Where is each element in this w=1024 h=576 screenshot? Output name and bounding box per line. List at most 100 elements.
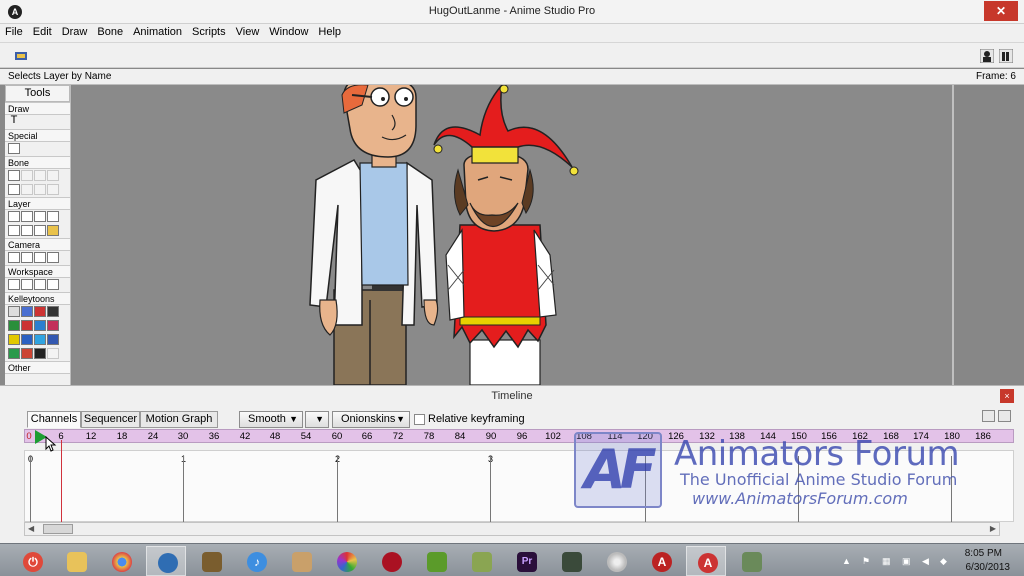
- tray-display-icon[interactable]: ▣: [902, 556, 912, 566]
- media-icon[interactable]: [731, 546, 771, 576]
- kt-tool-2-icon[interactable]: [21, 305, 33, 317]
- tool-section-layer: Layer: [5, 197, 70, 210]
- game-icon[interactable]: [461, 546, 501, 576]
- tray-volume-icon[interactable]: ◀: [922, 556, 932, 566]
- tray-flag-icon[interactable]: ⚑: [862, 556, 872, 566]
- canvas-gutter: [954, 85, 1024, 385]
- menu-file[interactable]: File: [0, 24, 28, 42]
- premiere-icon[interactable]: Pr: [506, 546, 546, 576]
- text-tool-icon[interactable]: T: [8, 114, 20, 127]
- kt-tool-12-icon[interactable]: [47, 333, 59, 345]
- anime-studio-pro-icon[interactable]: A: [686, 546, 726, 576]
- bone-physics-icon[interactable]: [47, 183, 59, 195]
- ruler-number: 30: [177, 431, 189, 442]
- relative-keyframing-checkbox[interactable]: [414, 414, 425, 425]
- kt-tool-6-icon[interactable]: [21, 319, 33, 331]
- scrollbar-thumb[interactable]: [43, 524, 73, 534]
- tool-section-special: Special: [5, 129, 70, 142]
- menu-view[interactable]: View: [231, 24, 265, 42]
- playhead[interactable]: [61, 440, 62, 522]
- timeline-horizontal-scrollbar[interactable]: ◀ ▶: [24, 522, 1000, 536]
- scale-bone-icon[interactable]: [34, 169, 46, 181]
- layer-selected-icon[interactable]: [47, 224, 59, 236]
- kt-tool-1-icon[interactable]: [8, 305, 20, 317]
- manipulate-bone-icon[interactable]: [8, 183, 20, 195]
- layer-settings-icon[interactable]: [14, 49, 28, 63]
- menu-bone[interactable]: Bone: [92, 24, 128, 42]
- tab-motion-graph[interactable]: Motion Graph: [140, 411, 218, 428]
- menu-help[interactable]: Help: [313, 24, 346, 42]
- dvd-icon[interactable]: [596, 546, 636, 576]
- select-bone-icon[interactable]: [8, 169, 20, 181]
- kt-tool-14-icon[interactable]: [21, 347, 33, 359]
- tray-network-icon[interactable]: ▦: [882, 556, 892, 566]
- picasa-icon[interactable]: [326, 546, 366, 576]
- bone-strength-icon[interactable]: [21, 183, 33, 195]
- kt-tool-8-icon[interactable]: [47, 319, 59, 331]
- scale-layer-icon[interactable]: [47, 210, 59, 222]
- menu-edit[interactable]: Edit: [28, 24, 57, 42]
- zoom-camera-icon[interactable]: [21, 251, 33, 263]
- menu-animation[interactable]: Animation: [128, 24, 187, 42]
- kt-tool-4-icon[interactable]: [47, 305, 59, 317]
- reparent-bone-icon[interactable]: [34, 183, 46, 195]
- kt-tool-7-icon[interactable]: [34, 319, 46, 331]
- onionskins-dropdown[interactable]: Onionskins ▼: [332, 411, 410, 428]
- tray-app-icon[interactable]: ◆: [940, 556, 950, 566]
- tab-sequencer[interactable]: Sequencer: [81, 411, 140, 428]
- menu-draw[interactable]: Draw: [57, 24, 93, 42]
- kt-tool-11-icon[interactable]: [34, 333, 46, 345]
- special-tool-icon[interactable]: [8, 142, 20, 154]
- power-icon[interactable]: ⏻: [12, 546, 52, 576]
- orbit-workspace-icon[interactable]: [47, 278, 59, 290]
- kt-tool-3-icon[interactable]: [34, 305, 46, 317]
- itunes-icon[interactable]: ♪: [236, 546, 276, 576]
- chrome-icon[interactable]: [101, 546, 141, 576]
- rotate-layer-icon[interactable]: [34, 210, 46, 222]
- kt-tool-10-icon[interactable]: [21, 333, 33, 345]
- tray-chevron-icon[interactable]: ▲: [842, 556, 852, 566]
- anime-studio-icon[interactable]: A: [641, 546, 681, 576]
- scroll-right-icon[interactable]: ▶: [990, 524, 996, 533]
- clock-date[interactable]: 6/30/2013: [966, 562, 1011, 573]
- zoom-in-icon[interactable]: [998, 410, 1011, 422]
- timeline-close-button[interactable]: ×: [1000, 389, 1014, 403]
- kt-tool-5-icon[interactable]: [8, 319, 20, 331]
- kt-tool-9-icon[interactable]: [8, 333, 20, 345]
- close-button[interactable]: ✕: [984, 1, 1018, 21]
- rotate-workspace-icon[interactable]: [34, 278, 46, 290]
- app-icon[interactable]: [191, 546, 231, 576]
- set-origin-icon[interactable]: [8, 210, 20, 222]
- kt-tool-15-icon[interactable]: [34, 347, 46, 359]
- kt-tool-13-icon[interactable]: [8, 347, 20, 359]
- translate-bone-icon[interactable]: [21, 169, 33, 181]
- zoom-out-icon[interactable]: [982, 410, 995, 422]
- red-app-icon[interactable]: [371, 546, 411, 576]
- canvas-viewport[interactable]: [72, 85, 1024, 385]
- track-camera-icon[interactable]: [8, 251, 20, 263]
- user-icon[interactable]: [980, 49, 994, 63]
- roll-camera-icon[interactable]: [34, 251, 46, 263]
- kt-tool-16-icon[interactable]: [47, 347, 59, 359]
- pan-tilt-camera-icon[interactable]: [47, 251, 59, 263]
- menu-window[interactable]: Window: [264, 24, 313, 42]
- clock-time[interactable]: 8:05 PM: [965, 548, 1002, 559]
- flip-layer-icon[interactable]: [34, 224, 46, 236]
- file-explorer-icon[interactable]: [56, 546, 96, 576]
- perspective-icon[interactable]: [21, 224, 33, 236]
- tab-channels[interactable]: Channels: [27, 411, 81, 428]
- thunderbird-icon[interactable]: [146, 546, 186, 576]
- scroll-left-icon[interactable]: ◀: [28, 524, 34, 533]
- terminal-icon[interactable]: [551, 546, 591, 576]
- zoom-workspace-icon[interactable]: [21, 278, 33, 290]
- rotate-bone-icon[interactable]: [47, 169, 59, 181]
- menu-scripts[interactable]: Scripts: [187, 24, 231, 42]
- interpolation-dropdown[interactable]: Smooth ▼: [239, 411, 303, 428]
- translate-layer-icon[interactable]: [21, 210, 33, 222]
- library-icon[interactable]: [999, 49, 1013, 63]
- green-app-icon[interactable]: [416, 546, 456, 576]
- paint-icon[interactable]: [281, 546, 321, 576]
- interpolation-options-button[interactable]: ▼: [305, 411, 329, 428]
- pan-workspace-icon[interactable]: [8, 278, 20, 290]
- shear-layer-icon[interactable]: [8, 224, 20, 236]
